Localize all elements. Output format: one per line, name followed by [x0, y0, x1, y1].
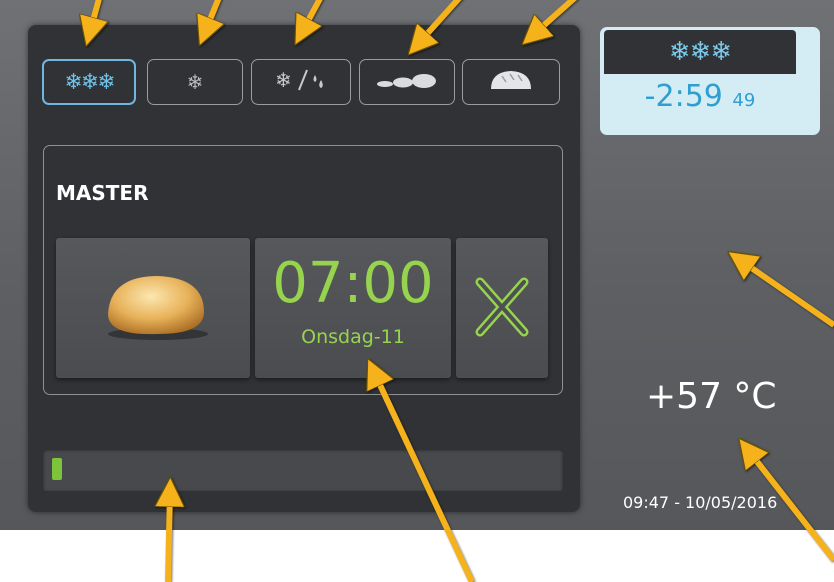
close-icon — [474, 276, 530, 342]
temperature-readout: +57 °C — [646, 376, 777, 417]
current-mode-status[interactable]: ❄❄❄ -2:59 49 — [600, 27, 820, 135]
proofing-small-loaves-icon — [376, 70, 438, 95]
proofing-loaf-icon — [488, 68, 534, 97]
progress-bar — [43, 449, 563, 491]
freeze-thaw-icon: ❄ — [271, 66, 331, 99]
countdown-seconds: 49 — [732, 90, 756, 111]
program-product-button[interactable] — [56, 238, 250, 378]
start-time-button[interactable]: 07:00 Onsdag-11 — [255, 238, 451, 378]
mode-freeze-button[interactable]: ❄ — [147, 59, 243, 105]
bread-roll-icon — [100, 270, 210, 346]
start-time: 07:00 — [272, 251, 434, 316]
start-day: Onsdag-11 — [301, 326, 405, 348]
mode-proofing-loaf-button[interactable] — [462, 59, 560, 105]
oven-control-screen: ❄❄❄ ❄ ❄ MASTER 07:00 Onsdag-11 ❄❄❄ -2:59… — [0, 0, 834, 530]
date-time: 09:47 - 10/05/2016 — [623, 493, 778, 512]
cancel-program-button[interactable] — [456, 238, 548, 378]
mode-deep-freeze-button[interactable]: ❄❄❄ — [42, 59, 136, 105]
progress-fill — [52, 458, 62, 480]
freeze-icon: ❄ — [186, 70, 204, 94]
mode-freeze-thaw-button[interactable]: ❄ — [251, 59, 351, 105]
countdown-main: -2:59 — [644, 79, 723, 114]
countdown-timer: -2:59 49 — [604, 79, 796, 114]
current-mode-icon: ❄❄❄ — [604, 30, 796, 74]
program-name: MASTER — [56, 181, 149, 205]
svg-text:❄: ❄ — [275, 68, 292, 92]
program-card: MASTER 07:00 Onsdag-11 — [43, 145, 563, 395]
deep-freeze-icon: ❄❄❄ — [64, 69, 115, 95]
main-panel: ❄❄❄ ❄ ❄ MASTER 07:00 Onsdag-11 — [28, 25, 580, 512]
mode-proofing-small-button[interactable] — [359, 59, 455, 105]
